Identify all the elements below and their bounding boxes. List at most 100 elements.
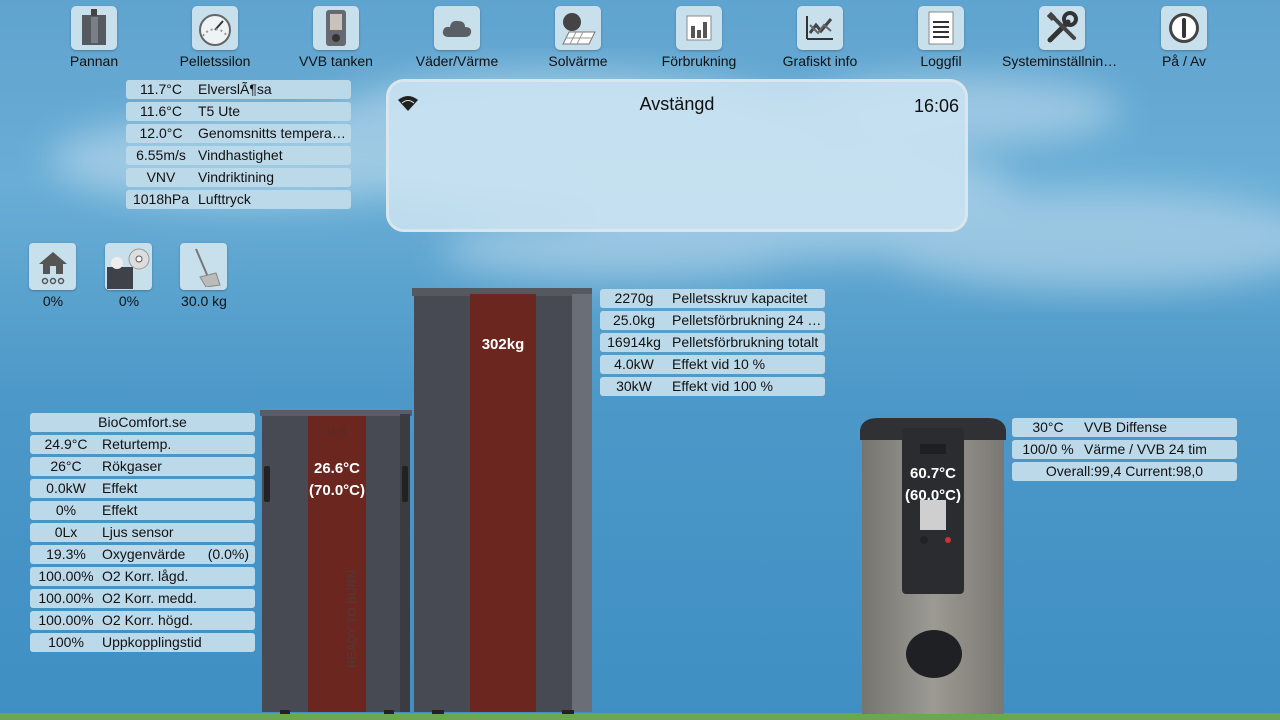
tile-value: 0% bbox=[118, 293, 140, 309]
cloud-icon bbox=[434, 6, 480, 50]
solar-icon bbox=[555, 6, 601, 50]
boiler-label: O2 Korr. lågd. bbox=[102, 568, 189, 584]
nav-label: Pannan bbox=[69, 53, 119, 69]
boiler-row: 100.00% O2 Korr. högd. bbox=[30, 611, 255, 630]
broom-icon bbox=[180, 243, 227, 290]
boiler-brand: BioComfort.se bbox=[30, 413, 255, 432]
nav-vvb-tanken[interactable]: VVB tanken bbox=[276, 6, 396, 69]
boiler-temp: 26.6°C bbox=[313, 460, 361, 477]
boiler-value: 100% bbox=[48, 634, 84, 650]
silo-row: 4.0kW Effekt vid 10 % bbox=[600, 355, 825, 374]
boiler-row: 26°C Rökgaser bbox=[30, 457, 255, 476]
silo-amount: 302kg bbox=[481, 336, 525, 353]
tile-value: 0% bbox=[42, 293, 64, 309]
weather-label: Vindhastighet bbox=[198, 147, 283, 163]
boiler-row: 100.00% O2 Korr. medd. bbox=[30, 589, 255, 608]
weather-row: 1018hPa Lufttryck bbox=[126, 190, 351, 209]
boiler-value: 100.00% bbox=[38, 612, 94, 628]
boiler-logo: R.B bbox=[327, 425, 347, 439]
weather-label: T5 Ute bbox=[198, 103, 241, 119]
weather-value: 12.0°C bbox=[139, 125, 183, 141]
weather-label: Genomsnitts temperatur bbox=[198, 125, 348, 141]
nav-label: VVB tanken bbox=[299, 53, 373, 69]
weather-value: 1018hPa bbox=[132, 191, 190, 207]
gauge-icon bbox=[192, 6, 238, 50]
bar-chart-icon bbox=[676, 6, 722, 50]
weather-label: Lufttryck bbox=[198, 191, 251, 207]
nav-systeminstallningar[interactable]: Systeminställningar bbox=[1002, 6, 1122, 69]
vvb-row: 30°C VVB Diffense bbox=[1012, 418, 1237, 437]
silo-value: 16914kg bbox=[607, 334, 661, 350]
nav-label: Systeminställningar bbox=[1002, 53, 1122, 69]
boiler-label: Returtemp. bbox=[102, 436, 172, 452]
silo-value: 2270g bbox=[614, 290, 654, 306]
boiler-value: 0Lx bbox=[54, 524, 78, 540]
weather-row: VNV Vindriktining bbox=[126, 168, 351, 187]
boiler-row: 0Lx Ljus sensor bbox=[30, 523, 255, 542]
weather-row: 12.0°C Genomsnitts temperatur bbox=[126, 124, 351, 143]
boiler-row: 0% Effekt bbox=[30, 501, 255, 520]
document-icon bbox=[918, 6, 964, 50]
silo-label: Pelletsförbrukning 24 tim bbox=[672, 312, 822, 328]
silo-value: 30kW bbox=[616, 378, 652, 394]
boiler-row: 100% Uppkopplingstid bbox=[30, 633, 255, 652]
boiler-row: 24.9°C Returtemp. bbox=[30, 435, 255, 454]
silo-label: Pelletsskruv kapacitet bbox=[672, 290, 808, 306]
boiler-label: O2 Korr. medd. bbox=[102, 590, 197, 606]
house-icon bbox=[29, 243, 76, 290]
graph-icon bbox=[797, 6, 843, 50]
power-icon bbox=[1161, 6, 1207, 50]
silo-label: Pelletsförbrukning totalt bbox=[672, 334, 819, 350]
vvb-efficiency: Overall:99,4 Current:98,0 bbox=[1012, 462, 1237, 481]
silo-value: 25.0kg bbox=[612, 312, 656, 328]
nav-pelletssilon[interactable]: Pelletssilon bbox=[155, 6, 275, 69]
boiler-value: 100.00% bbox=[38, 568, 94, 584]
boiler-row: 0.0kW Effekt bbox=[30, 479, 255, 498]
boiler-unit[interactable]: R.B READY TO BURN bbox=[260, 408, 414, 714]
nav-label: Förbrukning bbox=[661, 53, 737, 69]
tools-icon bbox=[1039, 6, 1085, 50]
weather-value: 6.55m/s bbox=[136, 147, 186, 163]
water-heater[interactable] bbox=[858, 414, 1008, 714]
nav-grafiskt-info[interactable]: Grafiskt info bbox=[760, 6, 880, 69]
fan-icon bbox=[105, 243, 152, 290]
nav-label: Väder/Värme bbox=[415, 53, 499, 69]
nav-label: Solvärme bbox=[548, 53, 608, 69]
boiler-row: 100.00% O2 Korr. lågd. bbox=[30, 567, 255, 586]
nav-solvarme[interactable]: Solvärme bbox=[518, 6, 638, 69]
boiler-label: Rökgaser bbox=[102, 458, 162, 474]
boiler-extra: (0.0%) bbox=[207, 546, 249, 562]
status-title: Avstängd bbox=[639, 94, 715, 114]
silo-row: 25.0kg Pelletsförbrukning 24 tim bbox=[600, 311, 825, 330]
weather-row: 11.6°C T5 Ute bbox=[126, 102, 351, 121]
status-time: 16:06 bbox=[913, 96, 959, 116]
weather-value: VNV bbox=[146, 169, 176, 185]
ground-strip bbox=[0, 713, 1280, 720]
nav-forbrukning[interactable]: Förbrukning bbox=[639, 6, 759, 69]
silo-door bbox=[470, 294, 536, 712]
nav-vader-varme[interactable]: Väder/Värme bbox=[397, 6, 517, 69]
boiler-door-text: READY TO BURN bbox=[345, 570, 359, 668]
weather-label: ElverslÃ¶sa bbox=[198, 81, 272, 97]
silo-row: 16914kg Pelletsförbrukning totalt bbox=[600, 333, 825, 352]
nav-label: På / Av bbox=[1161, 53, 1207, 69]
tile-fan[interactable]: 0% bbox=[105, 243, 153, 309]
tile-house[interactable]: 0% bbox=[29, 243, 77, 309]
boiler-value: 24.9°C bbox=[44, 436, 88, 452]
vvb-label: Värme / VVB 24 tim bbox=[1084, 441, 1207, 457]
boiler-label: Uppkopplingstid bbox=[102, 634, 202, 650]
boiler-value: 100.00% bbox=[38, 590, 94, 606]
boiler-value: 0.0kW bbox=[46, 480, 86, 496]
weather-value: 11.7°C bbox=[140, 81, 182, 97]
weather-row: 11.7°C ElverslÃ¶sa bbox=[126, 80, 351, 99]
weather-value: 11.6°C bbox=[140, 103, 182, 119]
nav-pannan[interactable]: Pannan bbox=[34, 6, 154, 69]
boiler-label: Effekt bbox=[102, 502, 138, 518]
nav-pa-av[interactable]: På / Av bbox=[1124, 6, 1244, 69]
nav-label: Loggfil bbox=[920, 53, 962, 69]
boiler-value: 19.3% bbox=[46, 546, 86, 562]
silo-value: 4.0kW bbox=[614, 356, 654, 372]
tile-sweep[interactable]: 30.0 kg bbox=[180, 243, 228, 309]
boiler-row: 19.3% Oxygenvärde (0.0%) bbox=[30, 545, 255, 564]
nav-loggfil[interactable]: Loggfil bbox=[881, 6, 1001, 69]
